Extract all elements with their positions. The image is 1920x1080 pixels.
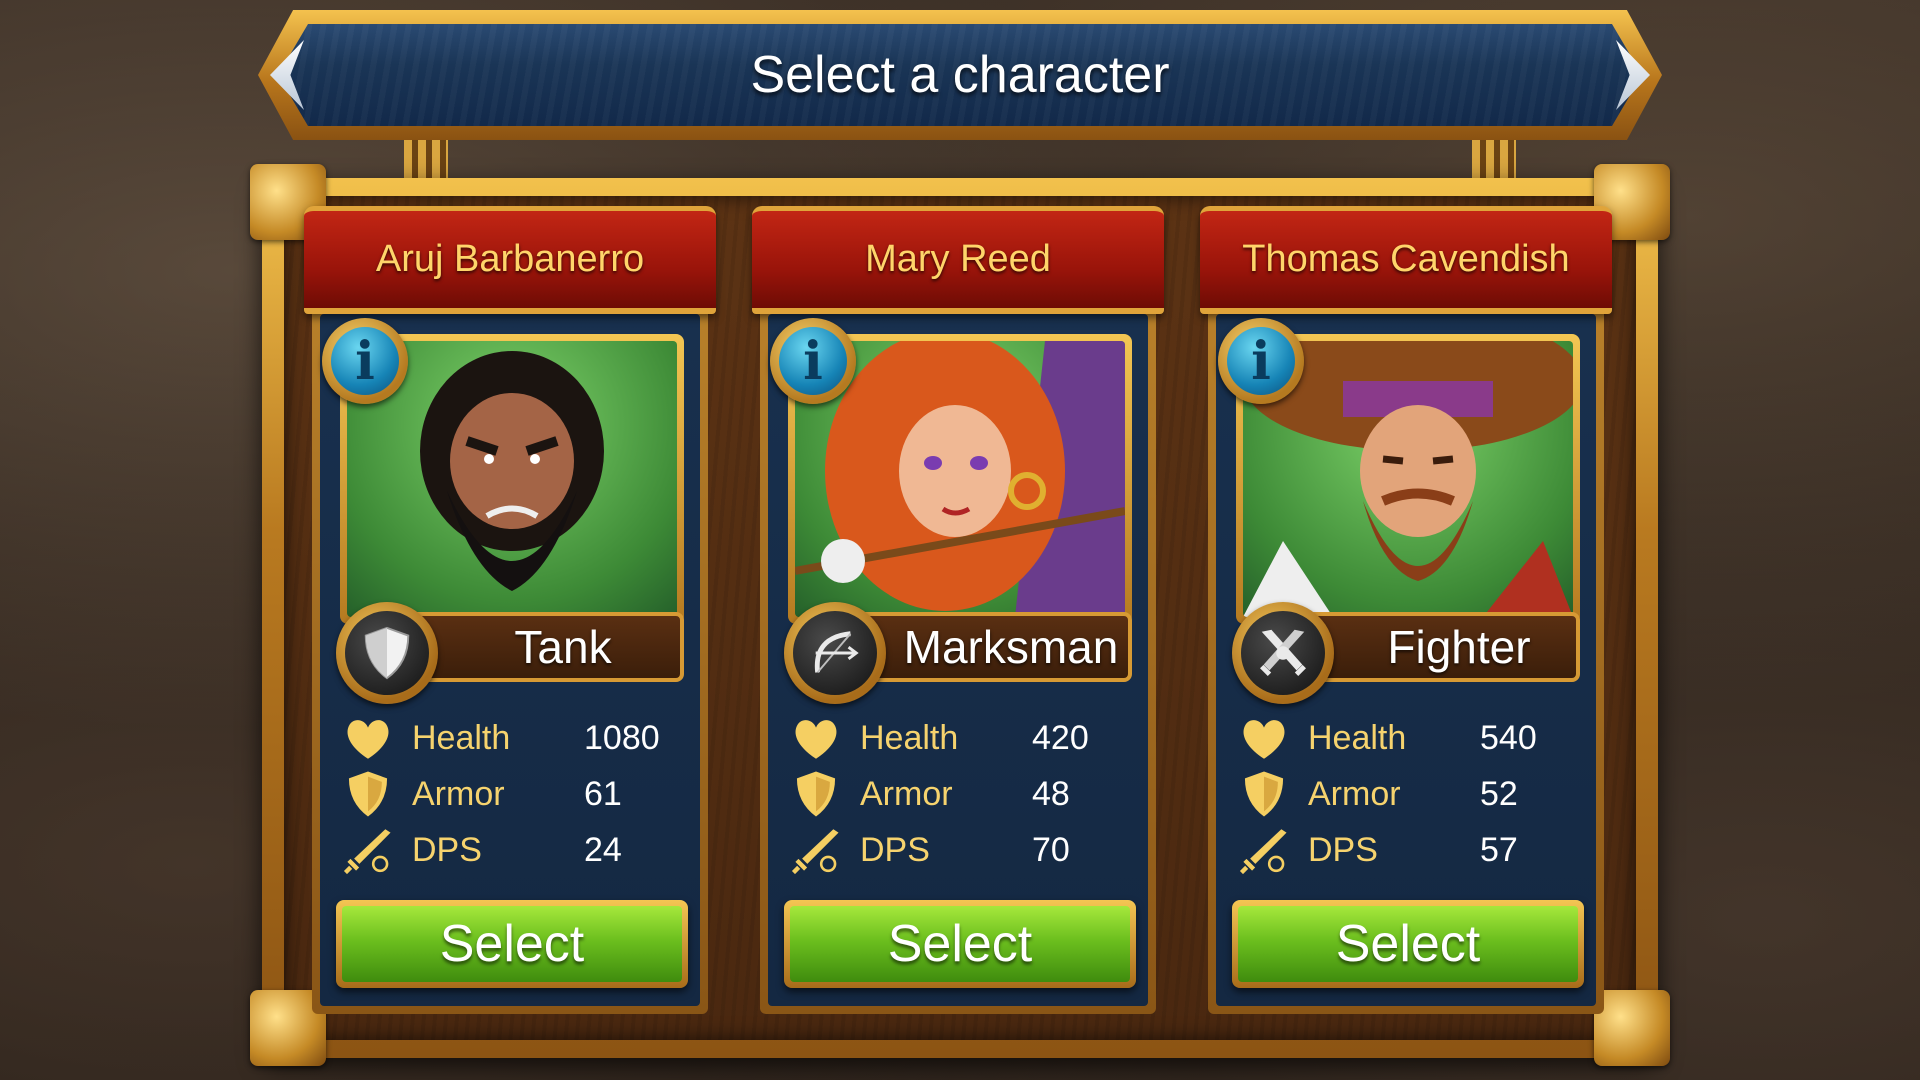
info-button[interactable]: i (1218, 318, 1304, 404)
role-badge (784, 602, 886, 704)
stat-label: Health (1308, 718, 1407, 757)
heart-icon (1236, 710, 1292, 766)
stat-label: Armor (412, 774, 505, 813)
character-card: Thomas Cavendish i Fighter Health 540 Ar… (1200, 206, 1612, 1014)
select-button[interactable]: Select (336, 900, 688, 988)
stat-label: Health (860, 718, 959, 757)
stat-label: Armor (1308, 774, 1401, 813)
chain-hanger-right (1472, 140, 1516, 178)
stat-label: Armor (860, 774, 953, 813)
stat-row-armor: Armor 48 (788, 766, 1118, 822)
info-icon: i (1227, 327, 1295, 395)
character-card: Mary Reed i Marksman Health 420 Armor 48… (752, 206, 1164, 1014)
character-name: Mary Reed (865, 238, 1051, 280)
info-icon: i (331, 327, 399, 395)
role-label: Tank (514, 621, 612, 673)
role-badge (336, 602, 438, 704)
armor-shield-icon (788, 766, 844, 822)
stat-value: 57 (1480, 830, 1518, 869)
stat-row-dps: DPS 57 (1236, 822, 1566, 878)
select-button[interactable]: Select (1232, 900, 1584, 988)
info-button[interactable]: i (770, 318, 856, 404)
stat-value: 48 (1032, 774, 1070, 813)
shield-icon (364, 626, 410, 680)
stat-value: 24 (584, 830, 622, 869)
stat-row-dps: DPS 24 (340, 822, 670, 878)
armor-shield-icon (1236, 766, 1292, 822)
character-name: Aruj Barbanerro (375, 238, 645, 280)
info-icon: i (779, 327, 847, 395)
role-label: Fighter (1387, 621, 1531, 673)
heart-icon (340, 710, 396, 766)
title-banner: Select a character (278, 24, 1642, 126)
select-button[interactable]: Select (784, 900, 1136, 988)
stat-label: DPS (412, 830, 482, 869)
select-button-label: Select (887, 915, 1033, 973)
character-card: Aruj Barbanerro i Tank Health 1080 Armor… (304, 206, 716, 1014)
sword-icon (1236, 822, 1292, 878)
character-name: Thomas Cavendish (1242, 238, 1570, 280)
sword-icon (340, 822, 396, 878)
bow-icon (814, 631, 859, 673)
stat-value: 52 (1480, 774, 1518, 813)
stat-value: 70 (1032, 830, 1070, 869)
stat-value: 61 (584, 774, 622, 813)
crossed-swords-icon (1260, 629, 1306, 676)
role-label: Marksman (903, 621, 1119, 673)
heart-icon (788, 710, 844, 766)
stat-value: 420 (1032, 718, 1089, 757)
stat-value: 1080 (584, 718, 660, 757)
stat-row-dps: DPS 70 (788, 822, 1118, 878)
stat-label: DPS (860, 830, 930, 869)
stat-row-armor: Armor 61 (340, 766, 670, 822)
page-title: Select a character (750, 46, 1170, 104)
character-name-ribbon: Thomas Cavendish (1200, 206, 1612, 314)
stat-row-health: Health 1080 (340, 710, 670, 766)
select-button-label: Select (1335, 915, 1481, 973)
character-name-ribbon: Mary Reed (752, 206, 1164, 314)
chain-hanger-left (404, 140, 448, 178)
stat-row-armor: Armor 52 (1236, 766, 1566, 822)
sword-icon (788, 822, 844, 878)
stat-value: 540 (1480, 718, 1537, 757)
stat-row-health: Health 540 (1236, 710, 1566, 766)
armor-shield-icon (340, 766, 396, 822)
stat-label: DPS (1308, 830, 1378, 869)
stat-label: Health (412, 718, 511, 757)
character-name-ribbon: Aruj Barbanerro (304, 206, 716, 314)
stat-row-health: Health 420 (788, 710, 1118, 766)
role-badge (1232, 602, 1334, 704)
select-button-label: Select (439, 915, 585, 973)
info-button[interactable]: i (322, 318, 408, 404)
